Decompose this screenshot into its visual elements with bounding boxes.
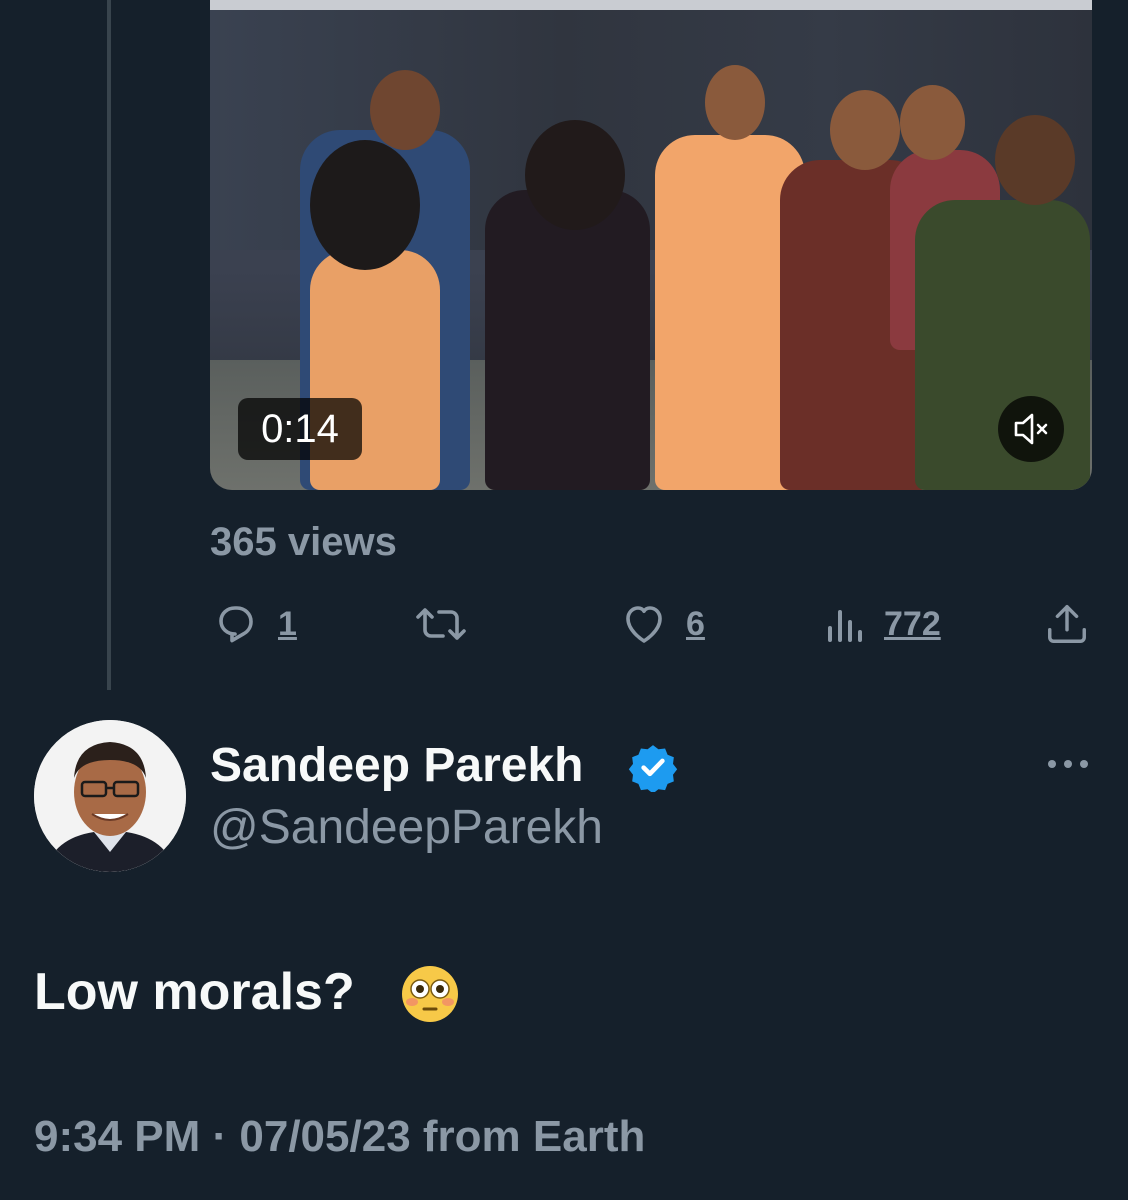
view-count: 365 views [210, 520, 397, 564]
display-name[interactable]: Sandeep Parekh [210, 738, 584, 793]
like-button[interactable]: 6 [620, 598, 705, 650]
tweet-text: Low morals? [34, 963, 355, 1021]
video-duration-badge: 0:14 [238, 398, 362, 460]
video-person-head [310, 140, 420, 270]
thread-connector-line [107, 0, 111, 690]
user-handle[interactable]: @SandeepParekh [210, 800, 603, 855]
video-person-head [900, 85, 965, 160]
more-options-icon[interactable] [1046, 752, 1090, 776]
video-person-head [370, 70, 440, 150]
profile-photo [34, 720, 186, 872]
mute-button[interactable] [998, 396, 1064, 462]
video-person-head [830, 90, 900, 170]
muted-speaker-icon [1014, 413, 1048, 445]
share-icon [1048, 605, 1086, 643]
tweet-timestamp: 9:34 PM · 07/05/23 from Earth [34, 1112, 646, 1161]
analytics-icon [828, 610, 862, 642]
retweet-button[interactable] [414, 598, 468, 650]
avatar[interactable] [34, 720, 186, 872]
retweet-icon [416, 608, 466, 640]
share-button[interactable] [1044, 598, 1090, 650]
analytics-button[interactable]: 772 [826, 598, 941, 650]
reply-count: 1 [278, 604, 297, 643]
reply-icon [219, 606, 253, 643]
verified-badge-icon [628, 745, 678, 792]
like-count: 6 [686, 604, 705, 643]
video-frame-ceiling [210, 0, 1092, 10]
flushed-face-emoji [402, 966, 458, 1022]
video-person-head [995, 115, 1075, 205]
video-person-head [705, 65, 765, 140]
like-icon [626, 606, 662, 643]
video-person-head [525, 120, 625, 230]
reply-button[interactable]: 1 [212, 598, 297, 650]
video-person [485, 190, 650, 490]
analytics-count: 772 [884, 604, 941, 643]
